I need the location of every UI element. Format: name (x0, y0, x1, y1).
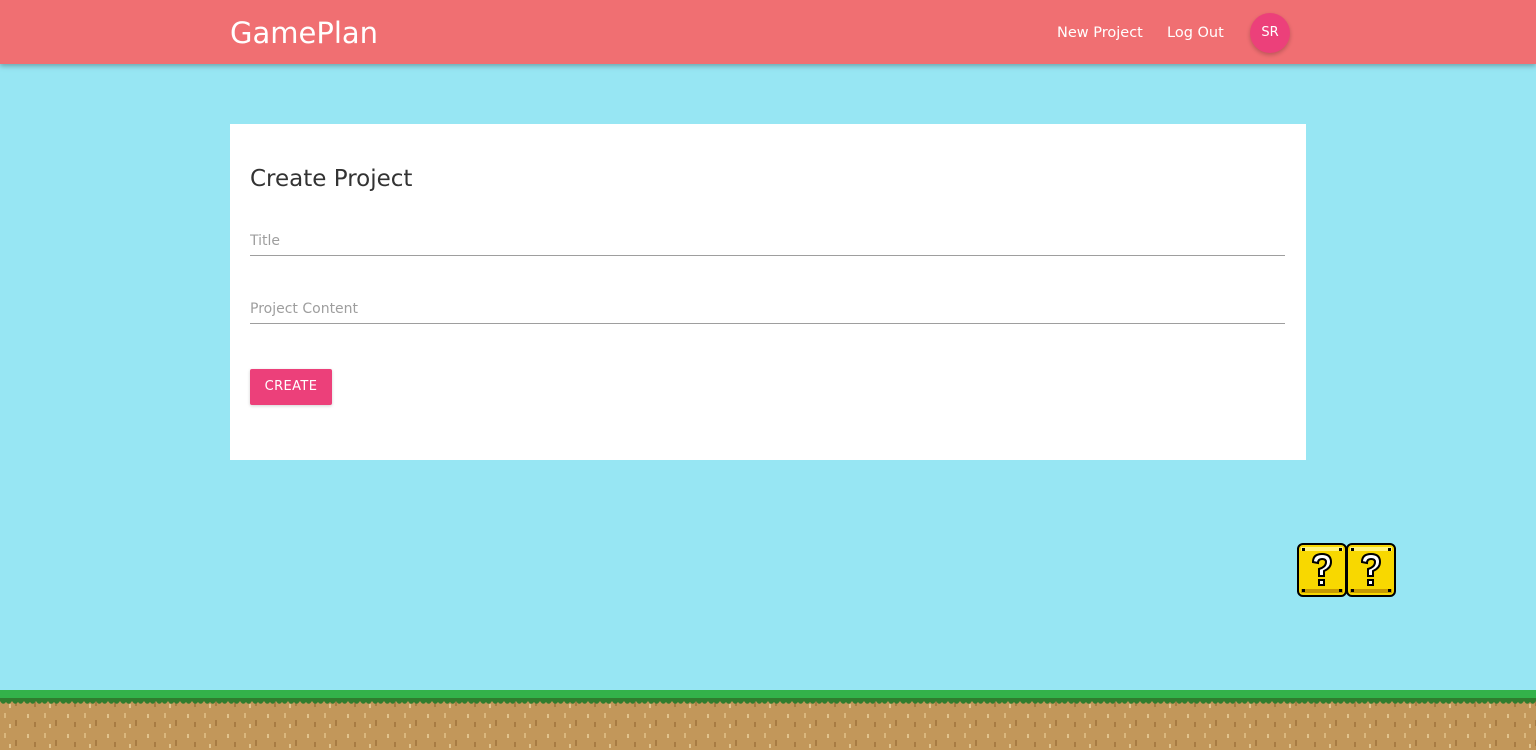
log-out-link[interactable]: Log Out (1167, 23, 1224, 43)
top-navbar: GamePlan New Project Log Out SR (0, 0, 1536, 64)
create-button[interactable]: CREATE (250, 369, 332, 405)
page-title: Create Project (250, 166, 413, 192)
project-content-input[interactable] (250, 294, 1285, 324)
question-block-icon (1346, 543, 1396, 597)
brand-logo[interactable]: GamePlan (230, 15, 378, 51)
create-project-card: Create Project CREATE (230, 124, 1306, 460)
user-avatar[interactable]: SR (1250, 13, 1290, 53)
new-project-link[interactable]: New Project (1057, 23, 1143, 43)
question-blocks (1297, 543, 1397, 597)
question-block-icon (1297, 543, 1347, 597)
title-input[interactable] (250, 226, 1285, 256)
grass-ground (0, 690, 1536, 750)
